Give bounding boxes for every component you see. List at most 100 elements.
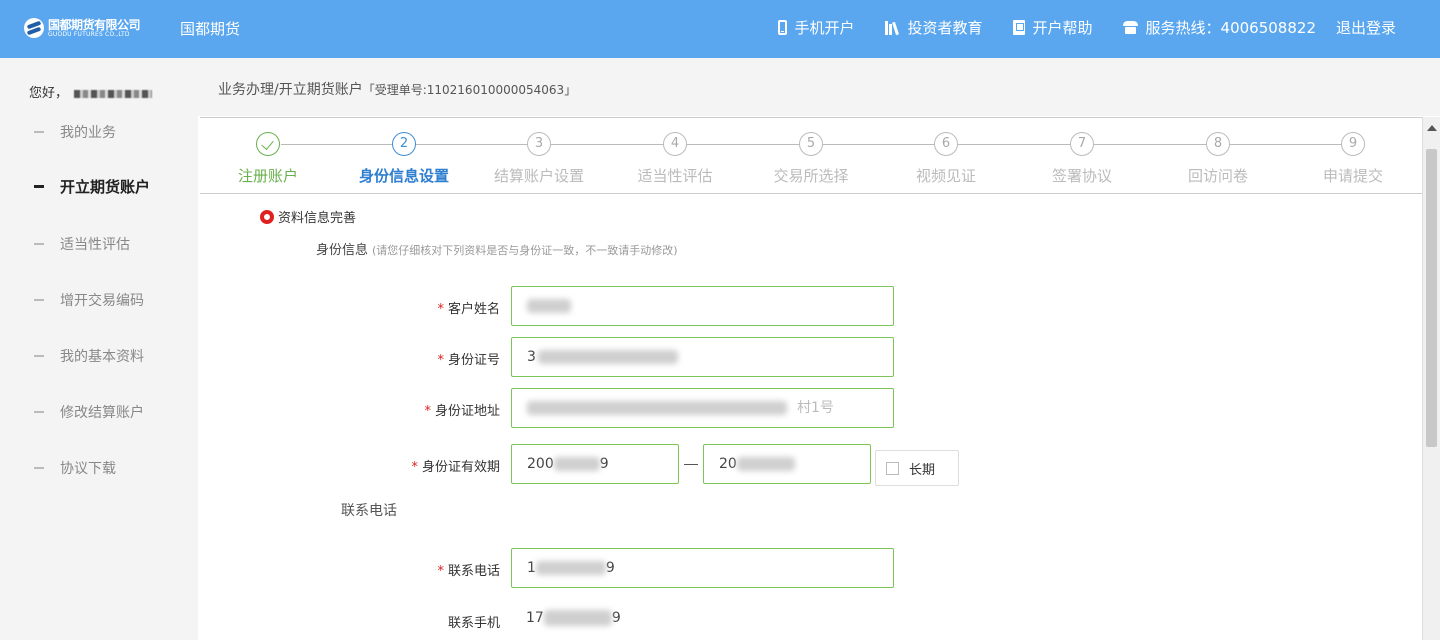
- scroll-thumb[interactable]: [1426, 149, 1437, 447]
- redacted-value: [537, 350, 678, 364]
- top-header: 国都期货有限公司 GUODU FUTURES CO.,LTD 国都期货 手机开户…: [0, 0, 1440, 58]
- book-icon: [1012, 20, 1025, 35]
- step-number: 6: [934, 132, 958, 156]
- label-text: 身份证有效期: [421, 460, 500, 475]
- step-number: 3: [527, 132, 551, 156]
- mobile-icon: [777, 20, 787, 35]
- dash-icon: [34, 411, 44, 413]
- contact-section-title: 联系电话: [341, 503, 397, 519]
- sidebar-item-open-futures-account[interactable]: 开立期货账户: [34, 176, 150, 197]
- validity-start-end: 9: [599, 456, 609, 472]
- sidebar-item-my-business[interactable]: 我的业务: [34, 122, 116, 142]
- step-label: 适当性评估: [637, 167, 713, 185]
- required-mark: *: [411, 460, 418, 475]
- section-title-text: 资料信息完善: [278, 211, 357, 226]
- id-number-input[interactable]: 3: [511, 337, 894, 377]
- sidebar: 您好， 我的业务 开立期货账户 适当性评估 增开交易编码 我的基本资料 修改结算…: [0, 58, 198, 640]
- validity-start-visible: 200: [527, 456, 554, 472]
- id-number-visible: 3: [527, 349, 536, 365]
- progress-steps: 注册账户 2 身份信息设置 3 结算账户设置 4 适当性评估 5 交易所选择 6…: [200, 118, 1422, 194]
- id-validity-start-input[interactable]: 200 9: [511, 444, 679, 484]
- address-suffix: 村1号: [797, 400, 834, 416]
- nav-investor-education[interactable]: 投资者教育: [884, 17, 983, 38]
- books-icon: [884, 20, 900, 35]
- step-2: 2 身份信息设置: [344, 132, 464, 186]
- scroll-up-icon[interactable]: [1427, 125, 1437, 131]
- redacted-value: [535, 561, 606, 575]
- identity-hint: (请您仔细核对下列资料是否与身份证一致，不一致请手动修改): [372, 244, 678, 257]
- id-validity-end-input[interactable]: 20: [703, 444, 871, 484]
- redacted-value: [527, 299, 571, 313]
- id-validity-label: * 身份证有效期: [390, 456, 500, 475]
- phone-input[interactable]: 19: [511, 548, 894, 588]
- mobile-value: 17 9: [526, 610, 621, 626]
- label-text: 联系电话: [447, 564, 500, 579]
- redacted-value: [543, 610, 612, 626]
- id-number-label: * 身份证号: [400, 349, 500, 368]
- logout-link[interactable]: 退出登录: [1336, 17, 1396, 38]
- user-greeting: 您好，: [29, 82, 153, 101]
- breadcrumb-path: 业务办理/开立期货账户: [218, 82, 363, 98]
- required-mark: *: [437, 353, 444, 368]
- validity-end-visible: 20: [719, 456, 737, 472]
- nav-label: 服务热线：4006508822: [1145, 19, 1316, 37]
- step-5: 5 交易所选择: [751, 132, 871, 186]
- form-panel: 注册账户 2 身份信息设置 3 结算账户设置 4 适当性评估 5 交易所选择 6…: [200, 117, 1422, 640]
- sidebar-item-label: 我的业务: [60, 125, 116, 141]
- sidebar-item-agreement-download[interactable]: 协议下载: [34, 458, 116, 478]
- sidebar-item-trading-code[interactable]: 增开交易编码: [34, 290, 144, 310]
- step-number: 4: [663, 132, 687, 156]
- phone-label: * 联系电话: [400, 560, 500, 579]
- breadcrumb-bar: 业务办理/开立期货账户「受理单号:110216010000054063」: [198, 58, 1440, 116]
- sidebar-item-label: 增开交易编码: [60, 293, 144, 309]
- check-icon: [256, 132, 280, 156]
- dash-icon: [34, 467, 44, 469]
- step-4: 4 适当性评估: [615, 132, 735, 186]
- sidebar-item-settlement-account[interactable]: 修改结算账户: [34, 402, 144, 422]
- label-text: 联系手机: [447, 616, 500, 631]
- mobile-visible-start: 17: [526, 610, 544, 626]
- company-logo[interactable]: 国都期货有限公司 GUODU FUTURES CO.,LTD: [24, 15, 146, 45]
- nav-mobile-account[interactable]: 手机开户: [777, 17, 855, 38]
- step-label: 注册账户: [237, 167, 298, 185]
- step-label: 交易所选择: [773, 167, 849, 185]
- customer-name-input[interactable]: [511, 286, 894, 326]
- step-label: 视频见证: [915, 167, 976, 185]
- dash-icon: [34, 185, 44, 188]
- step-label: 身份信息设置: [358, 167, 449, 185]
- step-label: 申请提交: [1322, 167, 1383, 185]
- checkbox-icon[interactable]: [886, 461, 899, 475]
- id-address-label: * 身份证地址: [390, 400, 500, 419]
- phone-visible-end: 9: [605, 560, 615, 576]
- step-3: 3 结算账户设置: [479, 132, 599, 186]
- mobile-visible-end: 9: [611, 610, 621, 626]
- nav-account-help[interactable]: 开户帮助: [1012, 17, 1093, 38]
- required-mark: *: [424, 404, 431, 419]
- mobile-label: 联系手机: [400, 612, 500, 631]
- ticket-number: 「受理单号:110216010000054063」: [362, 83, 577, 97]
- radio-icon: [260, 209, 274, 224]
- step-8: 8 回访问卷: [1158, 132, 1278, 186]
- dash-icon: [34, 131, 44, 133]
- identity-info-title: 身份信息 (请您仔细核对下列资料是否与身份证一致，不一致请手动修改): [316, 239, 678, 258]
- step-1: 注册账户: [208, 132, 328, 186]
- sidebar-item-suitability[interactable]: 适当性评估: [34, 234, 130, 254]
- dash-icon: [34, 243, 44, 245]
- id-address-input[interactable]: 村1号: [511, 388, 894, 428]
- sidebar-item-label: 开立期货账户: [60, 178, 151, 196]
- step-label: 结算账户设置: [493, 167, 584, 185]
- sidebar-item-basic-info[interactable]: 我的基本资料: [34, 346, 144, 366]
- top-nav: 手机开户 投资者教育 开户帮助 服务热线：4006508822 退出登录: [748, 17, 1396, 38]
- dash-icon: [34, 355, 44, 357]
- nav-label: 手机开户: [794, 19, 855, 37]
- step-7: 7 签署协议: [1022, 132, 1142, 186]
- redacted-value: [527, 401, 787, 415]
- step-number: 5: [799, 132, 823, 156]
- long-term-checkbox[interactable]: 长期: [875, 450, 959, 486]
- label-text: 身份证号: [447, 353, 500, 368]
- main-content: 业务办理/开立期货账户「受理单号:110216010000054063」 注册账…: [198, 58, 1440, 640]
- step-number: 8: [1206, 132, 1230, 156]
- step-number: 7: [1070, 132, 1094, 156]
- identity-title-text: 身份信息: [316, 243, 369, 258]
- vertical-scrollbar[interactable]: [1422, 117, 1440, 640]
